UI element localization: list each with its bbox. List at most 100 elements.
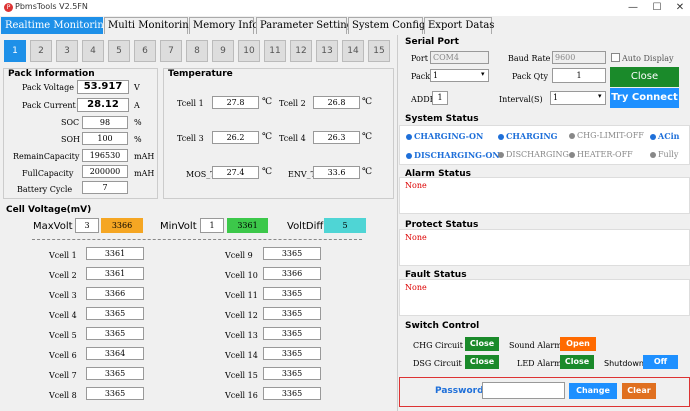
baud-rate-select[interactable]: 9600 (552, 51, 606, 64)
pack-button-5[interactable]: 5 (108, 40, 130, 62)
clear-password-button[interactable]: Clear (622, 383, 656, 399)
vcell-11-label: Vcell 11 (225, 291, 258, 300)
shutdown-button[interactable]: Off (643, 355, 678, 369)
pack-button-15[interactable]: 15 (368, 40, 390, 62)
chg-circuit-label: CHG Circuit (413, 341, 463, 350)
dsg-circuit-label: DSG Circuit (413, 359, 462, 368)
vcell-4-label: Vcell 4 (49, 311, 77, 320)
tcell-2-value: 26.8 (313, 96, 360, 109)
vcell-2-value: 3361 (86, 267, 144, 280)
port-select[interactable]: COM4 (430, 51, 489, 64)
pack-voltage-unit: V (134, 83, 140, 92)
vcell-7-label: Vcell 7 (49, 371, 77, 380)
pack-voltage-value: 53.917 (77, 80, 129, 94)
pack-button-13[interactable]: 13 (316, 40, 338, 62)
addr-input[interactable]: 1 (432, 91, 448, 105)
status-acin: ACin (650, 131, 679, 141)
env-t-unit: ℃ (362, 167, 373, 177)
vcell-15-label: Vcell 15 (225, 371, 258, 380)
vcell-2-label: Vcell 2 (49, 271, 77, 280)
max-volt-label: MaxVolt (33, 221, 73, 232)
vcell-13-value: 3365 (263, 327, 321, 340)
close-window-button[interactable]: ✕ (673, 1, 687, 14)
tab-export-datas[interactable]: Export Datas (424, 17, 494, 34)
tab-parameter-setting[interactable]: Parameter Setting (256, 17, 353, 34)
tab-system-config[interactable]: System Config. (348, 17, 429, 34)
full-capacity-label: FullCapacity (22, 169, 74, 178)
max-volt-value: 3366 (101, 218, 143, 233)
pack-button-12[interactable]: 12 (290, 40, 312, 62)
tab-realtime-monitoring[interactable]: Realtime Monitoring (1, 17, 110, 34)
mos-t-unit: ℃ (262, 167, 273, 177)
tcell-1-value: 27.8 (212, 96, 259, 109)
password-input[interactable] (482, 382, 565, 399)
tcell-3-unit: ℃ (262, 132, 273, 142)
max-volt-index: 3 (75, 218, 99, 233)
pack-qty-input[interactable]: 1 (552, 68, 606, 83)
vcell-14-label: Vcell 14 (225, 351, 258, 360)
auto-display-checkbox[interactable] (611, 53, 620, 62)
pack-button-10[interactable]: 10 (238, 40, 260, 62)
try-connect-button[interactable]: Try Connect (610, 88, 679, 108)
tab-memory-info[interactable]: Memory Info. (189, 17, 261, 34)
pack-current-label: Pack Current (22, 101, 76, 110)
vcell-9-label: Vcell 9 (225, 251, 253, 260)
tcell-1-unit: ℃ (262, 97, 273, 107)
pack-button-4[interactable]: 4 (82, 40, 104, 62)
tcell-2-unit: ℃ (362, 97, 373, 107)
remain-capacity-label: RemainCapacity (13, 152, 80, 161)
main-tab-bar: Realtime Monitoring Multi Monitoring Mem… (0, 16, 690, 34)
pack-current-value: 28.12 (77, 98, 129, 112)
mos-t-value: 27.4 (212, 166, 259, 179)
sound-alarm-label: Sound Alarm (509, 341, 562, 350)
pack-button-3[interactable]: 3 (56, 40, 78, 62)
vcell-3-value: 3366 (86, 287, 144, 300)
pack-current-unit: A (134, 101, 140, 110)
pack-qty-label: Pack Qty (512, 72, 548, 81)
chg-circuit-button[interactable]: Close (465, 337, 499, 351)
remain-capacity-unit: mAH (134, 152, 155, 161)
interval-chevron-down-icon: ▾ (598, 92, 602, 100)
pack-button-8[interactable]: 8 (186, 40, 208, 62)
minimize-button[interactable]: — (626, 1, 640, 14)
close-port-button[interactable]: Close (610, 67, 679, 87)
sound-alarm-button[interactable]: Open (560, 337, 596, 351)
baud-rate-label: Baud Rate (508, 54, 551, 63)
led-alarm-label: LED Alarm (517, 359, 562, 368)
status-heater-off: HEATER-OFF (569, 150, 633, 159)
full-capacity-unit: mAH (134, 169, 155, 178)
tcell-3-value: 26.2 (212, 131, 259, 144)
pack-button-6[interactable]: 6 (134, 40, 156, 62)
battery-cycle-label: Battery Cycle (17, 185, 73, 194)
vcell-6-value: 3364 (86, 347, 144, 360)
pack-button-11[interactable]: 11 (264, 40, 286, 62)
pack-button-7[interactable]: 7 (160, 40, 182, 62)
env-t-label: ENV_T (288, 170, 316, 179)
pack-button-14[interactable]: 14 (342, 40, 364, 62)
vcell-10-value: 3366 (263, 267, 321, 280)
soh-unit: % (134, 135, 142, 144)
pack-button-1[interactable]: 1 (4, 40, 26, 62)
system-status-title: System Status (405, 114, 479, 124)
port-label: Port (411, 54, 428, 63)
soc-label: SOC (61, 118, 80, 127)
status-charging-on: CHARGING-ON (406, 131, 483, 141)
maximize-button[interactable]: ☐ (650, 1, 664, 14)
env-t-value: 33.6 (313, 166, 360, 179)
status-fully: Fully (650, 150, 678, 159)
pack-button-2[interactable]: 2 (30, 40, 52, 62)
tcell-4-unit: ℃ (362, 132, 373, 142)
vcell-7-value: 3365 (86, 367, 144, 380)
vcell-1-label: Vcell 1 (49, 251, 77, 260)
serial-port-title: Serial Port (405, 37, 459, 47)
status-discharging-on: DISCHARGING-ON (406, 150, 500, 160)
change-password-button[interactable]: Change (569, 383, 617, 399)
tab-multi-monitoring[interactable]: Multi Monitoring (104, 17, 195, 34)
title-bar: P PbmsTools V2.5FN — ☐ ✕ (0, 0, 690, 16)
dsg-circuit-button[interactable]: Close (465, 355, 499, 369)
cell-voltage-title: Cell Voltage(mV) (6, 205, 92, 215)
pack-button-9[interactable]: 9 (212, 40, 234, 62)
pane-divider (397, 35, 398, 411)
pack-information-title: Pack Information (8, 69, 95, 79)
led-alarm-button[interactable]: Close (560, 355, 594, 369)
